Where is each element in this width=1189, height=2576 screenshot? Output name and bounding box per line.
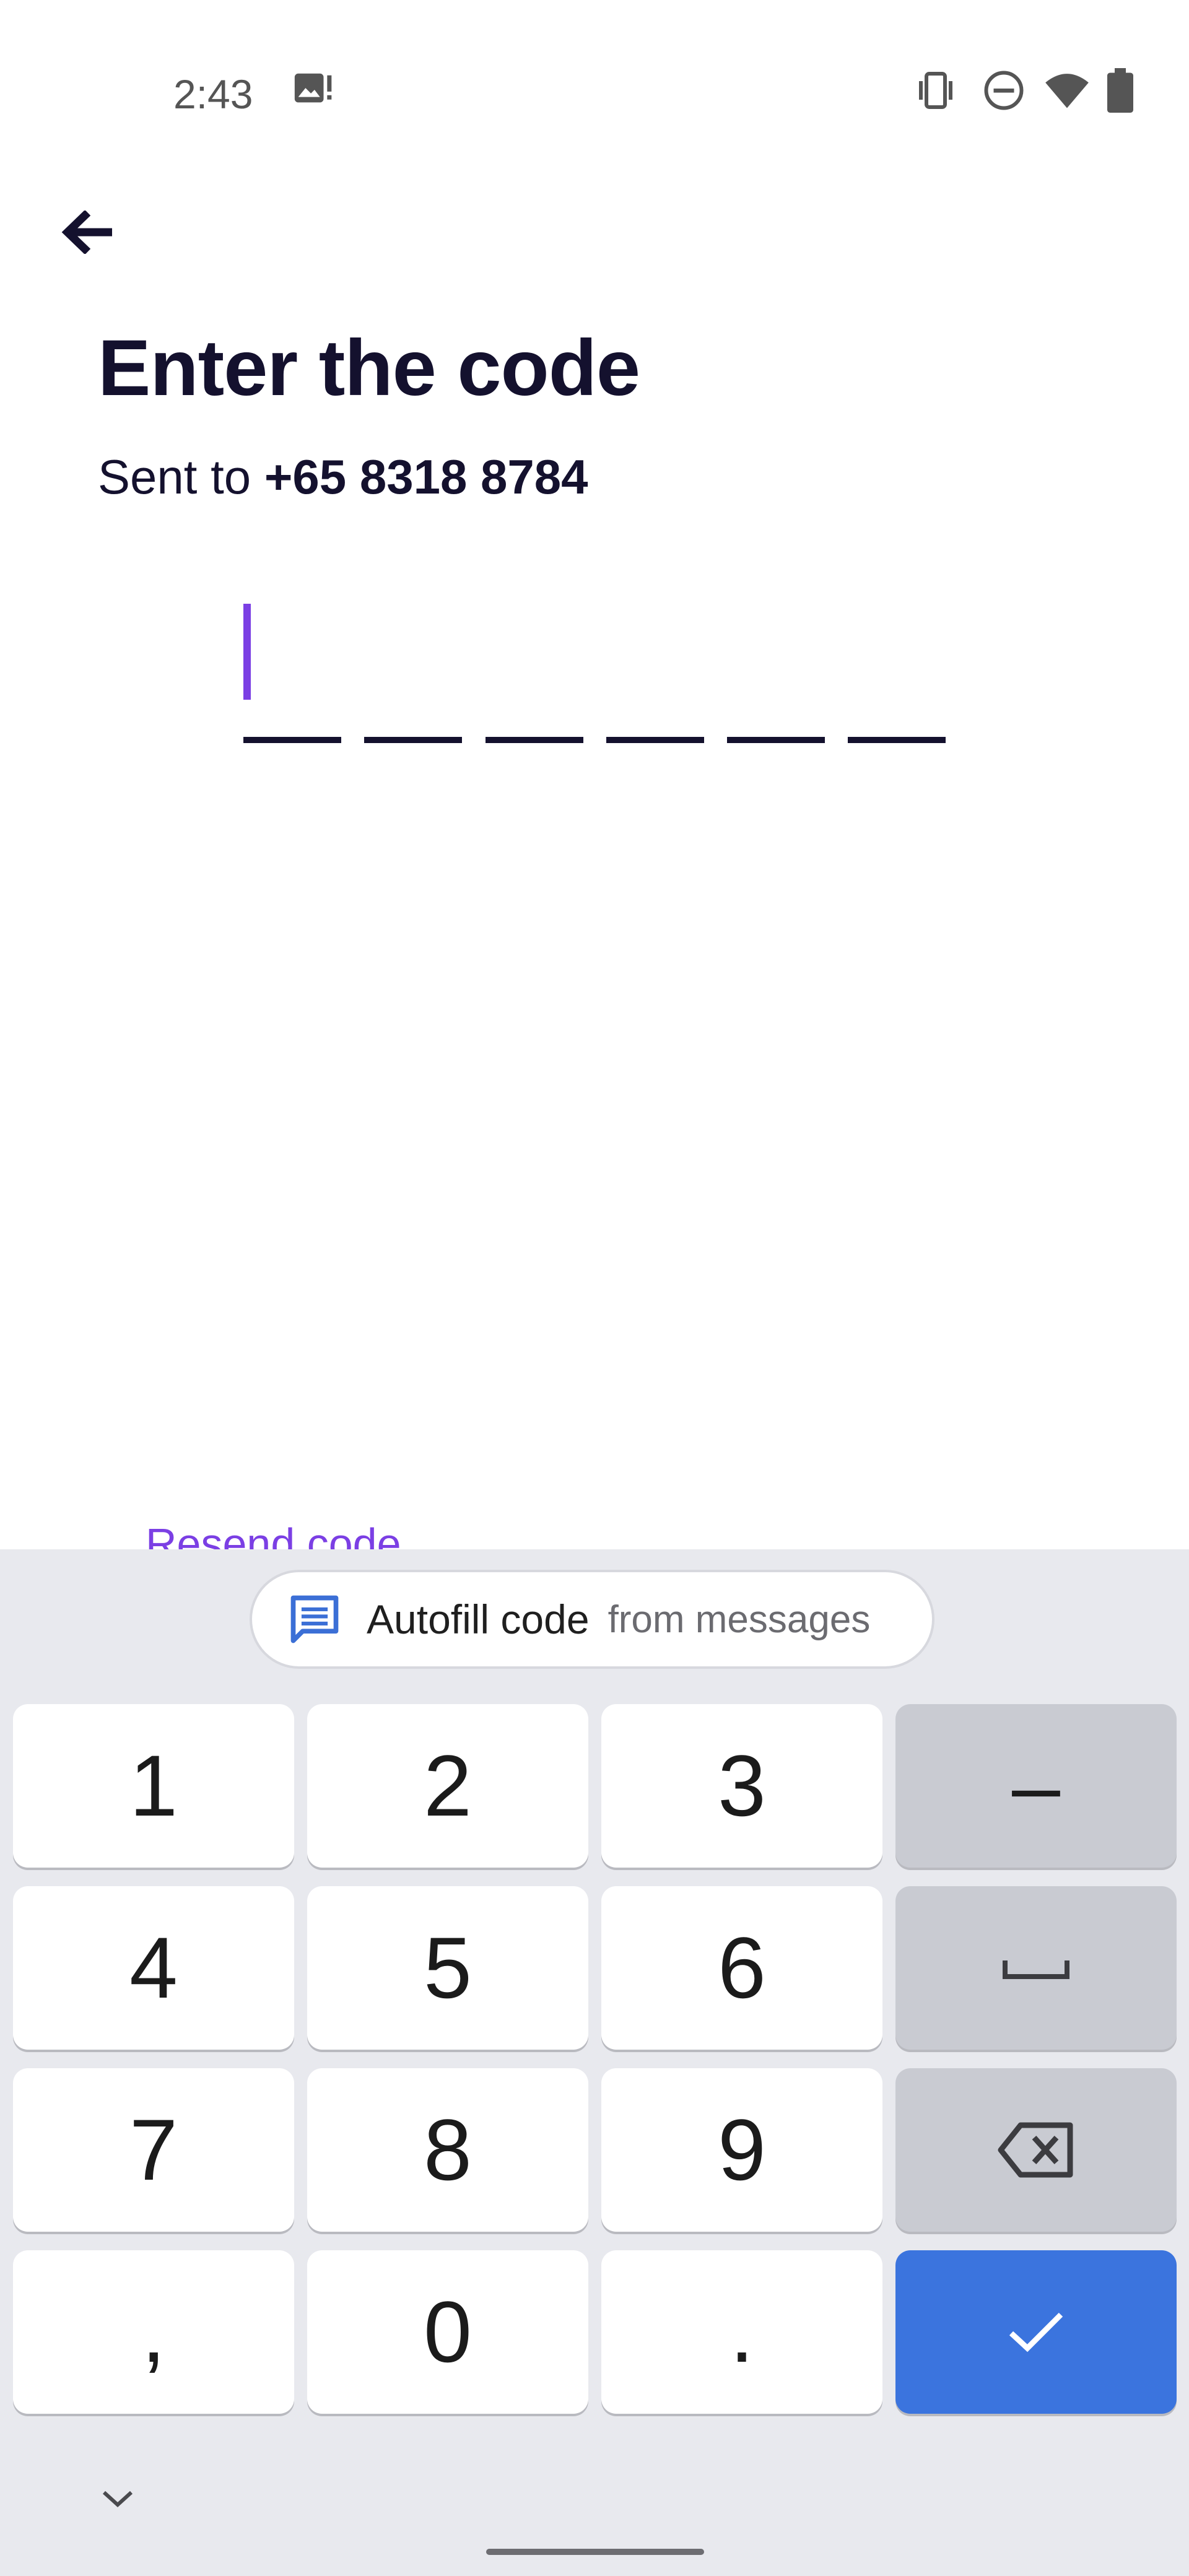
battery-icon xyxy=(1105,68,1135,116)
page-title: Enter the code xyxy=(98,324,640,412)
key-8[interactable]: 8 xyxy=(307,2068,588,2232)
numeric-keyboard xyxy=(0,1549,1189,2576)
status-time: 2:43 xyxy=(173,71,253,117)
key-label: 1 xyxy=(129,1737,178,1834)
home-indicator[interactable] xyxy=(486,2549,704,2555)
key-3[interactable]: 3 xyxy=(601,1704,882,1868)
key-4[interactable]: 4 xyxy=(13,1886,294,2050)
text-cursor xyxy=(243,604,251,700)
vibrate-icon xyxy=(913,68,958,116)
key-label: 6 xyxy=(718,1919,766,2016)
key-9[interactable]: 9 xyxy=(601,2068,882,2232)
back-button[interactable] xyxy=(50,192,124,272)
message-icon xyxy=(290,1595,339,1643)
key-label: 4 xyxy=(129,1919,178,2016)
key-label: 0 xyxy=(424,2283,472,2380)
key-7[interactable]: 7 xyxy=(13,2068,294,2232)
collapse-keyboard-button[interactable] xyxy=(93,2474,142,2523)
key-dash[interactable]: – xyxy=(895,1704,1177,1868)
key-label: . xyxy=(730,2283,754,2380)
sent-to-label: Sent to xyxy=(98,450,264,504)
autofill-source-label: from messages xyxy=(608,1598,871,1641)
key-label: 7 xyxy=(129,2101,178,2198)
do-not-disturb-icon xyxy=(982,68,1026,116)
space-icon xyxy=(1003,1960,1069,1979)
space-key[interactable] xyxy=(895,1886,1177,2050)
key-5[interactable]: 5 xyxy=(307,1886,588,2050)
backspace-icon xyxy=(998,2122,1073,2178)
key-label: – xyxy=(1012,1737,1060,1834)
gallery-notification-icon xyxy=(291,68,334,115)
autofill-code-label: Autofill code xyxy=(367,1596,590,1642)
key-comma[interactable]: , xyxy=(13,2250,294,2414)
key-label: 5 xyxy=(424,1919,472,2016)
code-digit-6[interactable] xyxy=(848,737,946,743)
wifi-icon xyxy=(1043,68,1091,116)
chevron-down-icon xyxy=(102,2491,133,2508)
phone-number: +65 8318 8784 xyxy=(264,450,588,504)
backspace-key[interactable] xyxy=(895,2068,1177,2232)
key-label: 3 xyxy=(718,1737,766,1834)
code-digit-5[interactable] xyxy=(727,737,825,743)
key-period[interactable]: . xyxy=(601,2250,882,2414)
arrow-left-icon xyxy=(61,211,112,254)
key-6[interactable]: 6 xyxy=(601,1886,882,2050)
code-digit-4[interactable] xyxy=(606,737,704,743)
key-2[interactable]: 2 xyxy=(307,1704,588,1868)
key-label: , xyxy=(141,2283,166,2380)
autofill-code-chip[interactable]: Autofill code from messages xyxy=(250,1570,934,1669)
key-label: 8 xyxy=(424,2101,472,2198)
code-digit-1[interactable] xyxy=(243,737,341,743)
key-0[interactable]: 0 xyxy=(307,2250,588,2414)
code-digit-3[interactable] xyxy=(486,737,583,743)
key-label: 2 xyxy=(424,1737,472,1834)
key-1[interactable]: 1 xyxy=(13,1704,294,1868)
checkmark-key[interactable] xyxy=(895,2250,1177,2414)
key-label: 9 xyxy=(718,2101,766,2198)
code-digit-2[interactable] xyxy=(364,737,462,743)
sent-to-text: Sent to +65 8318 8784 xyxy=(98,446,588,508)
checkmark-icon xyxy=(1009,2312,1063,2352)
